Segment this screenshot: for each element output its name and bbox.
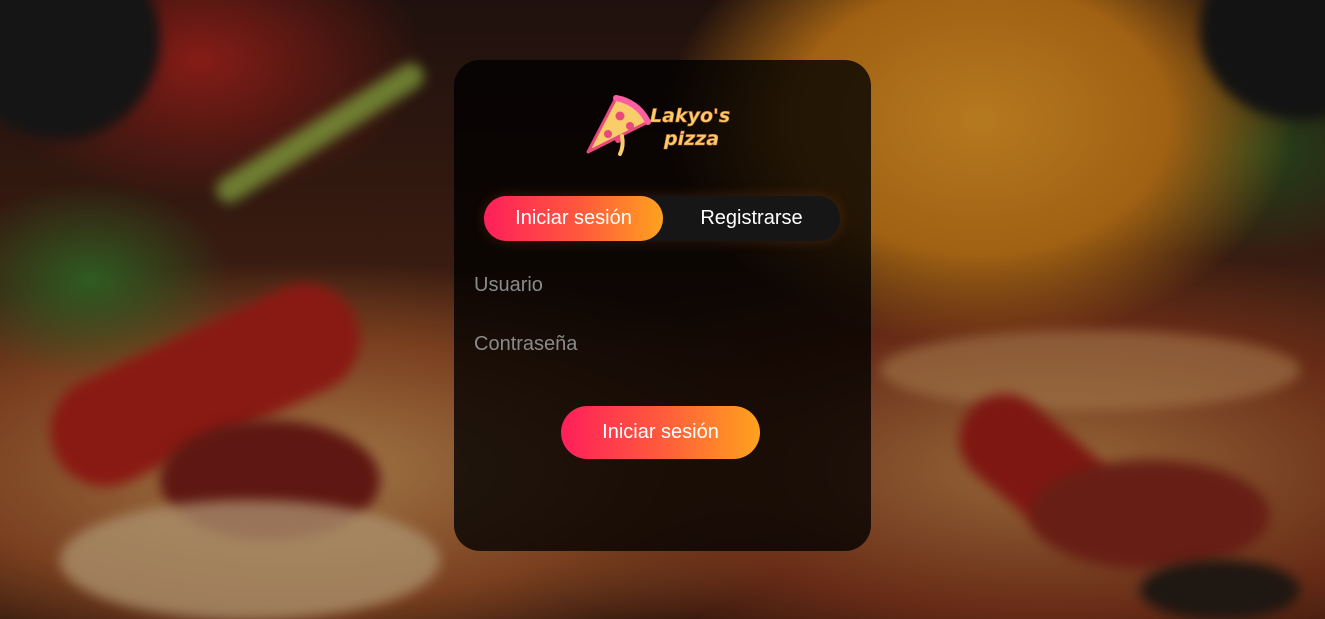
logo-text-line1: Lakyo's — [650, 105, 730, 127]
pizza-slice-icon: Lakyo's pizza — [586, 95, 730, 156]
password-input[interactable] — [474, 324, 851, 364]
login-card: Lakyo's pizza Iniciar sesión Registrarse… — [454, 60, 871, 551]
auth-tab-switcher: Iniciar sesión Registrarse — [484, 196, 840, 241]
username-input[interactable] — [474, 265, 851, 305]
tab-login[interactable]: Iniciar sesión — [484, 196, 663, 241]
brand-logo: Lakyo's pizza — [582, 90, 752, 166]
tab-register[interactable]: Registrarse — [663, 196, 840, 241]
login-submit-button[interactable]: Iniciar sesión — [561, 406, 760, 459]
logo-text-line2: pizza — [663, 128, 719, 150]
